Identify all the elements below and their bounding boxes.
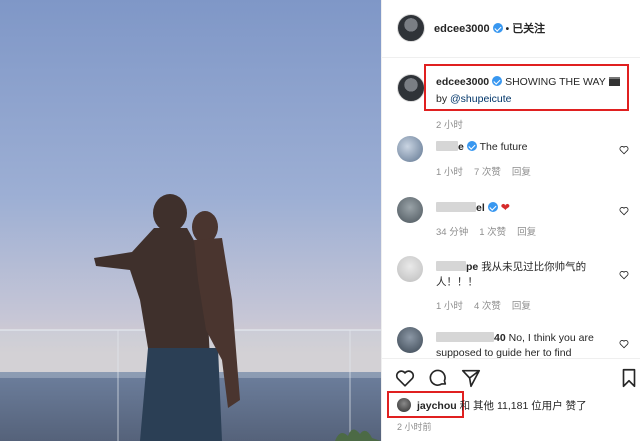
comment-meta: 34 分钟 1 次赞 回复 (436, 224, 547, 238)
liker-avatar[interactable] (397, 398, 411, 412)
comment-body: pe 我从未见过比你帅气的人！！！ (436, 260, 611, 290)
comment-body: e The future (436, 140, 611, 155)
comment-time: 1 小时 (436, 301, 463, 312)
comment-like-heart-icon[interactable] (619, 339, 629, 349)
commenter-avatar[interactable] (397, 197, 423, 223)
verified-icon (492, 76, 503, 86)
comment-time: 34 分钟 (436, 227, 469, 238)
commenter-username[interactable]: el (476, 202, 485, 214)
caption-credit: by @shupeicute (436, 93, 511, 105)
post-photo[interactable] (0, 0, 381, 441)
comment-body: 40 No, I think you are supposed to guide… (436, 331, 611, 358)
likes-text[interactable]: 和 其他 11,181 位用户 赞了 (460, 400, 587, 412)
comment-likes[interactable]: 7 次赞 (474, 167, 501, 178)
comment-item: e The future 1 小时 7 次赞 回复 (382, 136, 640, 206)
caption-line: edcee3000 SHOWING THE WAY (436, 76, 620, 88)
comment-text: The future (479, 141, 528, 153)
heart-icon[interactable] (394, 367, 416, 389)
post-header: edcee3000 • 已关注 (382, 0, 640, 58)
comment-like-heart-icon[interactable] (619, 206, 629, 216)
red-heart-emoji: ❤ (500, 202, 510, 214)
liker-username[interactable]: jaychou (417, 400, 457, 412)
verified-icon (492, 23, 503, 33)
reply-button[interactable]: 回复 (512, 167, 531, 178)
verified-icon (487, 202, 498, 212)
comment-item: 40 No, I think you are supposed to guide… (382, 327, 640, 358)
caption-credit-prefix: by (436, 93, 448, 105)
bookmark-icon[interactable] (618, 367, 640, 389)
clapperboard-icon (608, 77, 620, 86)
post-timestamp: 2 小时前 (397, 422, 432, 432)
commenter-avatar[interactable] (397, 327, 423, 353)
comment-likes[interactable]: 4 次赞 (474, 301, 501, 312)
caption-avatar[interactable] (397, 74, 425, 102)
comment-meta: 1 小时 7 次赞 回复 (436, 164, 542, 178)
commenter-username[interactable]: 40 (494, 332, 506, 344)
commenter-username[interactable]: e (458, 141, 464, 153)
photo-illustration (0, 0, 381, 441)
reply-button[interactable]: 回复 (512, 301, 531, 312)
comment-like-heart-icon[interactable] (619, 145, 629, 155)
separator-dot: • (505, 24, 510, 35)
redacted-username (436, 202, 476, 212)
comment-body: el ❤ (436, 201, 611, 216)
redacted-username (436, 141, 458, 151)
caption-text: SHOWING THE WAY (505, 76, 606, 88)
verified-icon (466, 141, 477, 151)
swim-shorts (140, 348, 222, 441)
caption-time: 2 小时 (436, 120, 463, 131)
commenter-avatar[interactable] (397, 256, 423, 282)
post-actions: jaychou 和 其他 11,181 位用户 赞了 2 小时前 (382, 358, 640, 441)
comment-likes[interactable]: 1 次赞 (479, 227, 506, 238)
comment-like-heart-icon[interactable] (619, 270, 629, 280)
caption-username[interactable]: edcee3000 (436, 76, 489, 88)
author-username[interactable]: edcee3000 (434, 23, 490, 35)
follow-button[interactable]: 已关注 (512, 23, 545, 35)
author-avatar[interactable] (397, 14, 425, 42)
author-name-row: edcee3000 • 已关注 (434, 20, 545, 36)
reply-button[interactable]: 回复 (517, 227, 536, 238)
commenter-avatar[interactable] (397, 136, 423, 162)
comment-meta: 1 小时 4 次赞 回复 (436, 298, 542, 312)
commenter-username[interactable]: pe (466, 261, 478, 273)
redacted-username (436, 332, 494, 342)
comment-item: pe 我从未见过比你帅气的人！！！ 1 小时 4 次赞 回复 (382, 256, 640, 326)
likes-summary: jaychou 和 其他 11,181 位用户 赞了 (417, 398, 587, 413)
share-icon[interactable] (460, 367, 482, 389)
caption-mention-link[interactable]: @shupeicute (450, 93, 511, 105)
comment-time: 1 小时 (436, 167, 463, 178)
post-sidebar: edcee3000 • 已关注 edcee3000 SHOWING THE WAY … (381, 0, 640, 441)
redacted-username (436, 261, 466, 271)
comment-icon[interactable] (427, 367, 449, 389)
